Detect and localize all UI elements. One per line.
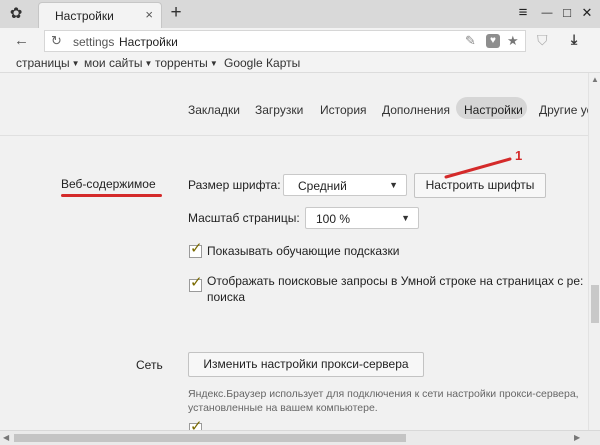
tab-bookmarks[interactable]: Закладки <box>188 103 240 117</box>
settings-page: Закладки Загрузки История Дополнения Нас… <box>0 73 588 430</box>
show-hints-checkbox[interactable]: ✓ <box>189 241 203 258</box>
caret-down-icon: ▼ <box>71 59 80 68</box>
scroll-right-icon[interactable]: ▶ <box>574 433 580 442</box>
annotation-arrow <box>444 157 512 179</box>
bookmark-label: торренты <box>155 56 208 70</box>
pen-icon[interactable]: ✎ <box>465 33 476 49</box>
bookmark-folder[interactable]: торренты ▼ <box>155 56 218 70</box>
shield-badge-icon[interactable]: ♥ <box>486 34 500 48</box>
horizontal-scroll-thumb[interactable] <box>14 434 406 442</box>
chevron-down-icon: ▼ <box>401 213 410 223</box>
page-zoom-label: Масштаб страницы: <box>188 211 300 225</box>
tab-downloads[interactable]: Загрузки <box>255 103 303 117</box>
star-icon[interactable]: ★ <box>507 33 519 49</box>
section-web-content: Веб-содержимое <box>61 177 156 191</box>
font-size-label: Размер шрифта: <box>188 178 281 192</box>
arrow-left-icon[interactable]: ← <box>14 32 29 49</box>
bookmark-label: страницы <box>16 56 70 70</box>
address-bar[interactable]: ↻ settings Настройки ✎ ♥ ★ <box>44 30 526 52</box>
tab-other-devices[interactable]: Другие устро <box>539 103 588 117</box>
page-zoom-value: 100 % <box>316 212 351 226</box>
partial-checkbox[interactable]: ✓ <box>189 419 203 430</box>
minimize-icon[interactable]: — <box>538 4 556 22</box>
download-icon[interactable]: ⤓ <box>571 31 577 48</box>
scroll-up-icon[interactable]: ▲ <box>591 75 599 84</box>
new-tab-button[interactable]: + <box>166 3 186 23</box>
tab-history[interactable]: История <box>320 103 367 117</box>
checkmark-icon: ✓ <box>190 240 203 257</box>
menu-icon[interactable]: ≡ <box>514 4 532 22</box>
tab-settings[interactable]: Настройки × <box>38 2 162 28</box>
caret-down-icon: ▼ <box>209 59 218 68</box>
shield-icon[interactable]: ⛉ <box>537 32 548 49</box>
page-zoom-select[interactable]: 100 % ▼ <box>305 207 419 229</box>
font-size-select[interactable]: Средний ▼ <box>283 174 407 196</box>
proxy-settings-button[interactable]: Изменить настройки прокси-сервера <box>188 352 424 377</box>
tab-extensions[interactable]: Дополнения <box>382 103 450 117</box>
window-close-icon[interactable]: ✕ <box>578 4 596 22</box>
close-icon[interactable]: × <box>145 7 153 23</box>
show-queries-label[interactable]: Отображать поисковые запросы в Умной стр… <box>207 274 583 288</box>
show-queries-checkbox[interactable]: ✓ <box>189 275 203 292</box>
tab-settings-active[interactable]: Настройки <box>464 103 523 117</box>
bookmark-link[interactable]: Google Карты <box>224 56 300 70</box>
section-network: Сеть <box>136 358 163 372</box>
show-queries-label-cont[interactable]: поиска <box>207 290 245 304</box>
url-title: Настройки <box>119 35 178 49</box>
bookmarks-bar: страницы ▼ мои сайты ▼ торренты ▼ Google Ка… <box>0 54 600 73</box>
url-scheme: settings <box>73 35 115 49</box>
show-hints-label[interactable]: Показывать обучающие подсказки <box>207 244 399 258</box>
annotation-underline <box>61 194 162 197</box>
caret-down-icon: ▼ <box>144 59 153 68</box>
scroll-left-icon[interactable]: ◀ <box>3 433 9 442</box>
settings-nav: Закладки Загрузки История Дополнения Нас… <box>0 73 588 136</box>
vertical-scroll-thumb[interactable] <box>591 285 599 323</box>
toolbar: ← ↻ settings Настройки ✎ ♥ ★ <box>0 28 600 54</box>
reload-icon[interactable]: ↻ <box>51 33 62 49</box>
maximize-icon[interactable]: □ <box>558 4 576 22</box>
checkmark-icon: ✓ <box>190 274 203 291</box>
bookmark-folder[interactable]: мои сайты ▼ <box>84 56 152 70</box>
gear-icon[interactable]: ✿ <box>7 5 25 23</box>
proxy-hint-line1: Яндекс.Браузер использует для подключени… <box>188 388 579 400</box>
checkmark-icon: ✓ <box>190 418 203 431</box>
bookmark-folder[interactable]: страницы ▼ <box>16 56 80 70</box>
vertical-scrollbar[interactable]: ▲ <box>588 73 600 430</box>
chevron-down-icon: ▼ <box>389 180 398 190</box>
font-size-value: Средний <box>298 179 347 193</box>
tab-title: Настройки <box>55 9 114 23</box>
proxy-hint-line2: установленные на вашем компьютере. <box>188 402 378 414</box>
tab-strip: ✿ Настройки × + ≡ — □ ✕ <box>0 0 600 29</box>
annotation-number: 1 <box>515 148 523 163</box>
bookmark-label: мои сайты <box>84 56 143 70</box>
horizontal-scrollbar[interactable]: ◀ ▶ <box>0 430 600 445</box>
